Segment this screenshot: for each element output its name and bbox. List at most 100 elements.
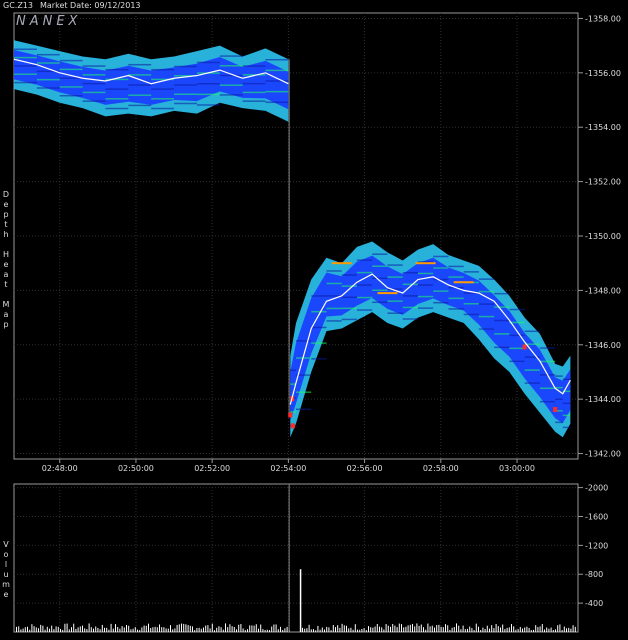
volume-bar	[409, 624, 411, 632]
volume-bar	[548, 628, 550, 632]
volume-bar	[500, 627, 501, 632]
volume-bar	[308, 624, 310, 632]
volume-bar	[27, 626, 28, 632]
depth-stripe	[448, 276, 464, 278]
volume-bar	[306, 628, 308, 632]
volume-bar	[141, 627, 143, 632]
y-tick-label: -1350.00	[585, 232, 621, 241]
volume-bar	[286, 626, 288, 632]
depth-stripe	[196, 104, 220, 106]
depth-stripe	[433, 255, 449, 258]
axis-label-char: h	[3, 230, 9, 239]
depth-stripe	[128, 84, 152, 86]
volume-bar	[20, 629, 22, 632]
depth-stripe	[539, 400, 556, 403]
volume-bar	[383, 629, 385, 632]
volume-bar	[361, 628, 363, 632]
depth-stripe	[128, 104, 152, 107]
depth-stripe	[36, 78, 60, 81]
depth-stripe	[509, 360, 525, 363]
volume-bar	[73, 623, 75, 632]
volume-bar	[82, 625, 83, 632]
volume-bar	[517, 629, 519, 632]
depth-stripe	[372, 301, 388, 304]
volume-bar	[192, 626, 193, 632]
volume-bar	[427, 623, 429, 632]
depth-stripe	[417, 272, 434, 275]
depth-stripe	[402, 295, 418, 297]
volume-bar	[233, 627, 235, 632]
depth-stripe	[14, 81, 37, 84]
volume-bar	[321, 627, 323, 632]
depth-stripe	[242, 91, 266, 94]
x-tick-label: 02:52:00	[194, 464, 230, 473]
volume-bar	[313, 629, 314, 632]
volume-bar	[242, 628, 244, 632]
volume-bar	[183, 623, 185, 632]
depth-stripe	[290, 411, 296, 413]
volume-bar	[222, 629, 224, 632]
axis-label-char: l	[4, 560, 8, 569]
volume-bar	[469, 626, 471, 632]
volume-bar	[467, 628, 468, 632]
depth-stripe	[509, 334, 525, 337]
y-tick-label: -1358.00	[585, 14, 621, 23]
depth-stripe	[448, 297, 464, 300]
volume-bar	[236, 629, 237, 632]
volume-bar	[539, 626, 541, 632]
depth-stripe	[296, 340, 312, 342]
axis-label-char: t	[4, 280, 8, 289]
depth-stripe	[174, 102, 197, 105]
volume-bar	[449, 629, 451, 632]
volume-bar	[385, 624, 387, 632]
volume-bar	[249, 625, 251, 632]
depth-stripe	[341, 296, 357, 298]
depth-stripe	[524, 330, 540, 333]
volume-bar	[121, 626, 123, 632]
volume-bar	[49, 628, 50, 632]
axis-label-char: p	[3, 210, 9, 219]
depth-stripe	[555, 421, 563, 424]
volume-bar	[359, 629, 361, 632]
volume-bar	[438, 624, 440, 632]
volume-bar	[341, 623, 343, 632]
volume-bar	[71, 627, 72, 632]
volume-bar	[310, 629, 312, 632]
volume-bar	[154, 626, 156, 632]
volume-bar	[416, 623, 418, 632]
volume-bar	[284, 628, 286, 632]
volume-bar	[277, 629, 279, 632]
volume-y-tick-label: -1600	[585, 512, 608, 521]
x-tick-label: 02:58:00	[423, 464, 459, 473]
volume-bar	[354, 624, 356, 632]
depth-stripe	[372, 277, 388, 279]
volume-bar	[348, 628, 350, 632]
volume-bar	[152, 627, 154, 632]
volume-bar	[266, 629, 268, 632]
volume-bar	[126, 625, 127, 632]
volume-bar	[403, 627, 405, 632]
volume-bar	[280, 626, 281, 632]
volume-bar	[84, 628, 86, 632]
depth-stripe	[326, 320, 342, 322]
volume-bar	[240, 624, 242, 632]
x-tick-label: 02:48:00	[42, 464, 78, 473]
axis-label-char: m	[2, 580, 10, 589]
axis-label-char: e	[3, 590, 9, 599]
depth-stripe	[296, 391, 312, 393]
volume-bar	[253, 625, 255, 632]
volume-bar	[480, 630, 482, 632]
depth-stripe	[524, 382, 540, 384]
axis-label-char: t	[4, 220, 8, 229]
depth-stripe	[341, 285, 357, 287]
depth-stripe	[219, 84, 243, 86]
depth-stripe	[509, 347, 525, 350]
volume-bar	[104, 627, 105, 632]
volume-bar	[187, 625, 189, 632]
depth-stripe	[562, 414, 571, 417]
volume-bar	[352, 629, 354, 632]
volume-bar	[370, 627, 372, 632]
volume-bar	[484, 628, 486, 632]
depth-stripe	[326, 282, 342, 285]
volume-bar	[46, 626, 48, 632]
